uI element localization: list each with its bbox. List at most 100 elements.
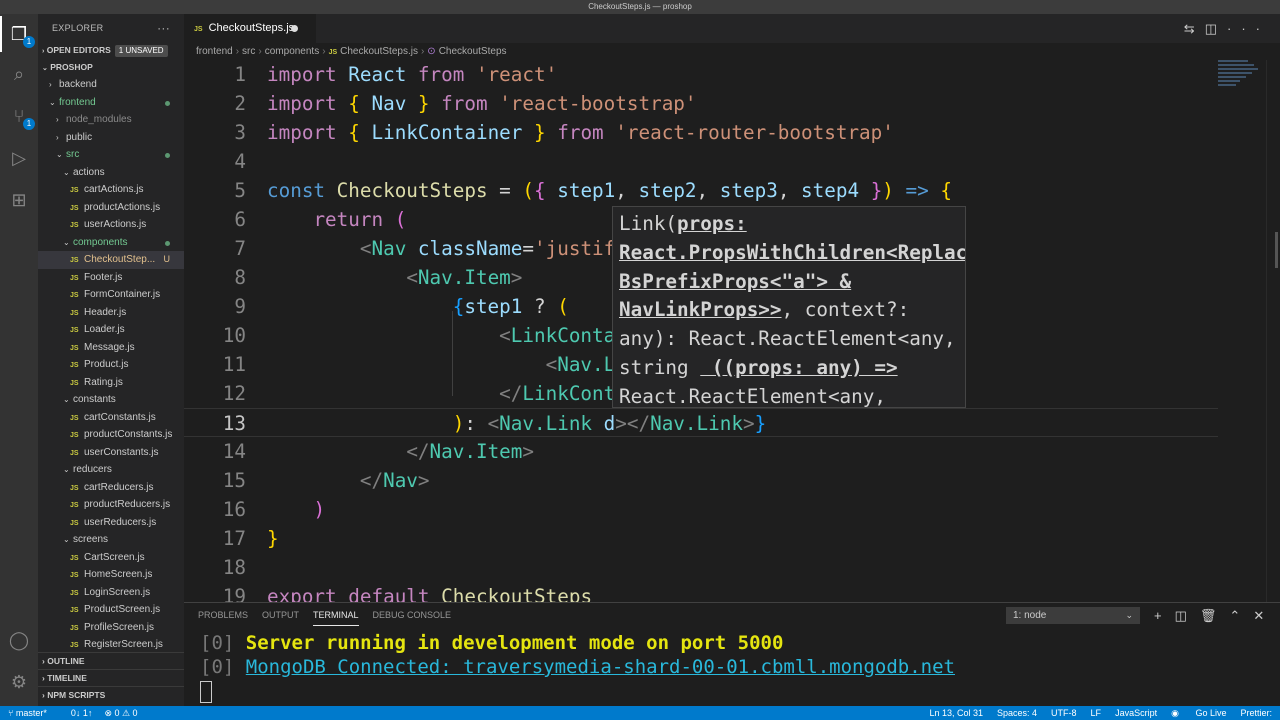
more-actions-icon[interactable]: ···	[1227, 21, 1270, 36]
tree-folder[interactable]: ⌄ constants	[38, 391, 184, 409]
encoding[interactable]: UTF-8	[1051, 708, 1077, 718]
cursor-position[interactable]: Ln 13, Col 31	[929, 708, 983, 718]
go-live[interactable]: ◉ Go Live	[1171, 708, 1226, 718]
terminal-select[interactable]: 1: node ⌄	[1006, 607, 1140, 624]
editor-tabbar: JS CheckoutSteps.js ⇆◫···	[184, 14, 1280, 43]
run-debug-icon[interactable]: ▷	[7, 146, 31, 170]
tab-output[interactable]: OUTPUT	[262, 603, 299, 628]
outline-section[interactable]: › OUTLINE	[38, 652, 184, 669]
status-bar: ⑂ master* 0↓ 1↑ ⊗ 0 ⚠ 0 Ln 13, Col 31 Space…	[0, 706, 1280, 720]
language-mode[interactable]: JavaScript	[1115, 708, 1157, 718]
close-icon[interactable]: ✕	[1253, 608, 1277, 623]
timeline-section[interactable]: › TIMELINE	[38, 669, 184, 686]
tree-file[interactable]: JS Rating.js	[38, 374, 184, 392]
code-text: </Nav.Item>	[406, 440, 535, 463]
tree-file[interactable]: JS LoginScreen.js	[38, 584, 184, 602]
line-number: 14	[222, 440, 246, 463]
open-editors-section[interactable]: › OPEN EDITORS 1 UNSAVED	[38, 42, 184, 59]
tree-file[interactable]: JS cartReducers.js	[38, 479, 184, 497]
chevron-up-icon[interactable]: ⌃	[1229, 608, 1253, 623]
source-control-icon[interactable]: ⑂ 1	[7, 104, 35, 130]
settings-gear-icon[interactable]: ⚙	[7, 670, 31, 694]
tree-file[interactable]: JS productActions.js	[38, 199, 184, 217]
tree-folder[interactable]: › backend	[38, 76, 184, 94]
code-text: ): <Nav.Link d></Nav.Link>}	[452, 412, 767, 435]
tree-file[interactable]: JS cartActions.js	[38, 181, 184, 199]
code-text: return (	[313, 208, 407, 231]
terminal-link[interactable]: MongoDB Connected: traversymedia-shard-0…	[246, 656, 955, 678]
open-changes-icon[interactable]: ⇆	[1184, 21, 1205, 36]
tree-folder[interactable]: ⌄ src	[38, 146, 184, 164]
indentation[interactable]: Spaces: 4	[997, 708, 1037, 718]
sync-status[interactable]: 0↓ 1↑	[71, 708, 93, 718]
tooltip-line: string ((props: any) =>	[619, 355, 898, 379]
tree-file[interactable]: JS Loader.js	[38, 321, 184, 339]
tab-checkoutsteps[interactable]: JS CheckoutSteps.js	[184, 14, 316, 43]
go-live-label: Go Live	[1195, 708, 1227, 718]
tab-terminal[interactable]: TERMINAL	[313, 603, 359, 628]
tree-file[interactable]: JS CheckoutStep... U	[38, 251, 184, 269]
split-editor-icon[interactable]: ◫	[1205, 21, 1227, 36]
tab-debug-console[interactable]: DEBUG CONSOLE	[373, 603, 452, 628]
tree-folder[interactable]: › node_modules	[38, 111, 184, 129]
tree-file[interactable]: JS RegisterScreen.js	[38, 636, 184, 654]
tree-file[interactable]: JS userReducers.js	[38, 514, 184, 532]
minimap[interactable]	[1218, 60, 1258, 100]
branch-status[interactable]: ⑂ master*	[8, 708, 59, 718]
js-file-icon: JS	[70, 554, 79, 562]
breadcrumb-symbol[interactable]: CheckoutSteps	[439, 46, 507, 57]
prettier-status[interactable]: Prettier:	[1240, 708, 1272, 718]
editor-scrollbar[interactable]	[1266, 60, 1280, 602]
tree-file[interactable]: JS ProductScreen.js	[38, 601, 184, 619]
more-actions-icon[interactable]: ···	[157, 14, 170, 42]
tree-file[interactable]: JS userConstants.js	[38, 444, 184, 462]
search-icon[interactable]: ⌕	[7, 62, 31, 86]
code-line: 2 import { Nav } from 'react-bootstrap'	[184, 89, 1218, 118]
tree-file[interactable]: JS FormContainer.js	[38, 286, 184, 304]
scrollbar-thumb[interactable]	[1275, 232, 1278, 268]
chevron-down-icon: ⌄	[63, 395, 70, 404]
split-terminal-icon[interactable]: ◫	[1175, 608, 1200, 623]
tab-problems[interactable]: PROBLEMS	[198, 603, 248, 628]
tree-folder[interactable]: ⌄ screens	[38, 531, 184, 549]
tree-folder[interactable]: ⌄ frontend	[38, 94, 184, 112]
tree-file[interactable]: JS CartScreen.js	[38, 549, 184, 567]
line-number: 11	[222, 353, 246, 376]
end-of-line[interactable]: LF	[1091, 708, 1102, 718]
line-number: 15	[222, 469, 246, 492]
tree-file[interactable]: JS userActions.js	[38, 216, 184, 234]
tree-file[interactable]: JS Message.js	[38, 339, 184, 357]
extensions-icon[interactable]: ⊞	[7, 188, 31, 212]
unsaved-dot-icon[interactable]	[291, 25, 298, 32]
tree-file[interactable]: JS cartConstants.js	[38, 409, 184, 427]
trash-icon[interactable]: 🗑	[1200, 608, 1230, 623]
tree-label: CartScreen.js	[84, 551, 145, 563]
project-section[interactable]: ⌄ PROSHOP	[38, 59, 184, 76]
tree-file[interactable]: JS Footer.js	[38, 269, 184, 287]
tree-file[interactable]: JS Header.js	[38, 304, 184, 322]
tree-folder[interactable]: › public	[38, 129, 184, 147]
breadcrumb-file[interactable]: CheckoutSteps.js	[340, 46, 418, 57]
breadcrumb-item[interactable]: components	[265, 46, 319, 57]
new-terminal-icon[interactable]: +	[1154, 608, 1175, 623]
tree-file[interactable]: JS HomeScreen.js	[38, 566, 184, 584]
explorer-icon[interactable]: ❐ 1	[0, 16, 35, 52]
tree-label: productConstants.js	[84, 429, 173, 440]
tree-label: FormContainer.js	[84, 289, 161, 300]
tree-file[interactable]: JS ProfileScreen.js	[38, 619, 184, 637]
tree-folder[interactable]: ⌄ components	[38, 234, 184, 252]
npm-scripts-section[interactable]: › NPM SCRIPTS	[38, 686, 184, 703]
panel-actions: +◫🗑⌃✕	[1154, 603, 1277, 628]
breadcrumb-item[interactable]: src	[242, 46, 255, 57]
tree-folder[interactable]: ⌄ actions	[38, 164, 184, 182]
tree-file[interactable]: JS productConstants.js	[38, 426, 184, 444]
tree-label: cartReducers.js	[84, 481, 154, 493]
branch-label: master*	[15, 708, 47, 718]
breadcrumb-item[interactable]: frontend	[196, 46, 233, 57]
account-icon[interactable]: ◯	[7, 628, 31, 652]
problems-status[interactable]: ⊗ 0 ⚠ 0	[104, 708, 137, 718]
tree-file[interactable]: JS productReducers.js	[38, 496, 184, 514]
tree-label: userConstants.js	[84, 446, 159, 458]
tree-file[interactable]: JS Product.js	[38, 356, 184, 374]
tree-folder[interactable]: ⌄ reducers	[38, 461, 184, 479]
